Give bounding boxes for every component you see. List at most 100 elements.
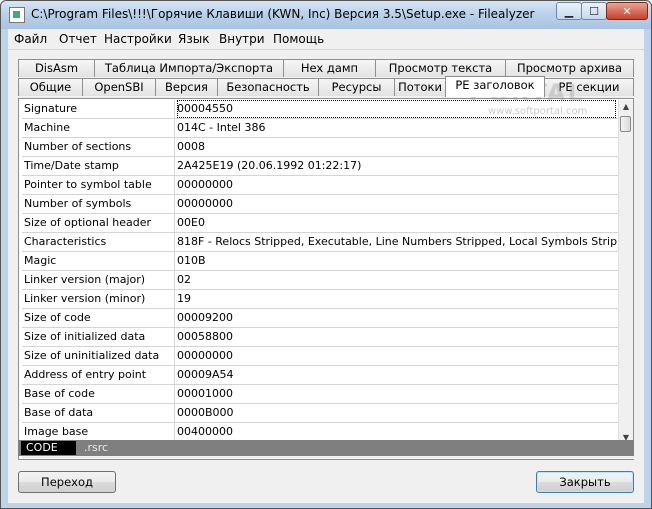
- pe-header-panel: Signature 00004550 Machine 014C - Intel 386…: [18, 98, 635, 460]
- row-value[interactable]: 00E0: [177, 214, 618, 232]
- column-divider: [174, 385, 175, 403]
- table-row[interactable]: Size of uninitialized data 00000000: [22, 347, 618, 366]
- close-button[interactable]: Закрыть: [536, 471, 634, 493]
- table-row[interactable]: Size of optional header 00E0: [22, 214, 618, 233]
- column-divider: [174, 138, 175, 156]
- table-row[interactable]: Linker version (minor) 19: [22, 290, 618, 309]
- row-key: Number of sections: [24, 140, 132, 153]
- title-bar[interactable]: C:\Program Files\!!!\Горячие Клавиши (KW…: [1, 1, 651, 29]
- column-divider: [174, 309, 175, 327]
- tab-disasm[interactable]: DisAsm: [18, 59, 95, 77]
- tab-import-export[interactable]: Таблица Импорта/Экспорта: [94, 59, 284, 77]
- table-row[interactable]: Number of sections 0008: [22, 138, 618, 157]
- tab-general[interactable]: Общие: [18, 78, 83, 96]
- column-divider: [174, 119, 175, 137]
- menu-help[interactable]: Помощь: [273, 32, 324, 46]
- row-value[interactable]: 00000000: [177, 347, 618, 365]
- column-divider: [174, 233, 175, 251]
- row-value[interactable]: 818F - Relocs Stripped, Executable, Line…: [177, 233, 618, 251]
- tab-pe-sections[interactable]: PE секции: [544, 78, 634, 96]
- row-value[interactable]: 02: [177, 271, 618, 289]
- row-value[interactable]: 00058800: [177, 328, 618, 346]
- row-value[interactable]: 00000000: [177, 176, 618, 194]
- row-value[interactable]: 2A425E19 (20.06.1992 01:22:17): [177, 157, 618, 175]
- column-divider: [174, 157, 175, 175]
- client-area: Файл Отчет Настройки Язык Внутри Помощь …: [8, 29, 644, 503]
- row-key: Time/Date stamp: [24, 159, 119, 172]
- scroll-up-icon[interactable]: ▲: [619, 100, 633, 114]
- column-divider: [174, 423, 175, 441]
- table-row[interactable]: Address of entry point 00009A54: [22, 366, 618, 385]
- maximize-button[interactable]: ☐: [581, 2, 607, 20]
- section-rsrc[interactable]: .rsrc: [84, 441, 108, 455]
- column-divider: [174, 290, 175, 308]
- tab-hex-dump[interactable]: Hex дамп: [283, 59, 376, 77]
- table-row[interactable]: Machine 014C - Intel 386: [22, 119, 618, 138]
- table-row[interactable]: Magic 010B: [22, 252, 618, 271]
- app-window: C:\Program Files\!!!\Горячие Клавиши (KW…: [0, 0, 652, 509]
- row-key: Characteristics: [24, 235, 107, 248]
- tab-security[interactable]: Безопасность: [217, 78, 319, 96]
- column-divider: [174, 347, 175, 365]
- row-key: Linker version (major): [24, 273, 146, 286]
- table-row[interactable]: Size of code 00009200: [22, 309, 618, 328]
- menu-report[interactable]: Отчет: [59, 32, 97, 46]
- table-row[interactable]: Characteristics 818F - Relocs Stripped, E…: [22, 233, 618, 252]
- section-code[interactable]: CODE: [21, 441, 76, 455]
- scroll-thumb[interactable]: [620, 116, 631, 132]
- tab-version[interactable]: Версия: [155, 78, 218, 96]
- row-value[interactable]: 010B: [177, 252, 618, 270]
- row-key: Signature: [24, 102, 78, 115]
- table-row[interactable]: Time/Date stamp 2A425E19 (20.06.1992 01:2…: [22, 157, 618, 176]
- row-key: Size of initialized data: [24, 330, 146, 343]
- column-divider: [174, 252, 175, 270]
- column-divider: [174, 404, 175, 422]
- row-key: Size of uninitialized data: [24, 349, 160, 362]
- minimize-button[interactable]: ▁: [556, 2, 582, 20]
- tab-text-view[interactable]: Просмотр текста: [375, 59, 506, 77]
- tab-opensbi[interactable]: OpenSBI: [82, 78, 156, 96]
- table-row[interactable]: Size of initialized data 00058800: [22, 328, 618, 347]
- menu-inside[interactable]: Внутри: [219, 32, 265, 46]
- table-row[interactable]: Number of symbols 00000000: [22, 195, 618, 214]
- row-value[interactable]: 00000000: [177, 195, 618, 213]
- row-key: Machine: [24, 121, 71, 134]
- table-row[interactable]: Pointer to symbol table 00000000: [22, 176, 618, 195]
- row-value[interactable]: 19: [177, 290, 618, 308]
- row-key: Size of code: [24, 311, 91, 324]
- row-value[interactable]: 014C - Intel 386: [177, 119, 618, 137]
- row-value[interactable]: 0008: [177, 138, 618, 156]
- close-window-button[interactable]: ✕: [606, 2, 648, 20]
- section-strip: CODE .rsrc: [18, 440, 634, 456]
- tab-archive-view[interactable]: Просмотр архива: [505, 59, 634, 77]
- vertical-scrollbar[interactable]: ▲ ▼: [618, 100, 633, 445]
- row-key: Image base: [24, 425, 89, 438]
- tab-pe-header[interactable]: PE заголовок: [445, 76, 545, 97]
- row-key: Linker version (minor): [24, 292, 146, 305]
- row-key: Magic: [24, 254, 57, 267]
- row-value[interactable]: 0000B000: [177, 404, 618, 422]
- row-value[interactable]: 00009A54: [177, 366, 618, 384]
- table-row[interactable]: Base of code 00001000: [22, 385, 618, 404]
- tab-threads[interactable]: Потоки: [394, 78, 446, 96]
- menu-language[interactable]: Язык: [178, 32, 209, 46]
- pe-header-grid[interactable]: Signature 00004550 Machine 014C - Intel 386…: [22, 100, 618, 445]
- row-value[interactable]: 00009200: [177, 309, 618, 327]
- column-divider: [174, 214, 175, 232]
- menu-file[interactable]: Файл: [14, 32, 47, 46]
- menu-bar: Файл Отчет Настройки Язык Внутри Помощь: [8, 29, 644, 50]
- window-title: C:\Program Files\!!!\Горячие Клавиши (KW…: [31, 7, 535, 21]
- column-divider: [174, 366, 175, 384]
- row-value[interactable]: 00400000: [177, 423, 618, 441]
- column-divider: [174, 328, 175, 346]
- table-row[interactable]: Base of data 0000B000: [22, 404, 618, 423]
- row-key: Address of entry point: [24, 368, 147, 381]
- tab-resources[interactable]: Ресурсы: [318, 78, 395, 96]
- table-row[interactable]: Signature 00004550: [22, 100, 618, 119]
- tab-row-top: DisAsm Таблица Импорта/Экспорта Hex дамп…: [18, 59, 634, 77]
- row-value[interactable]: 00004550: [177, 100, 616, 118]
- menu-settings[interactable]: Настройки: [104, 32, 172, 46]
- goto-button[interactable]: Переход: [18, 471, 116, 493]
- row-value[interactable]: 00001000: [177, 385, 618, 403]
- table-row[interactable]: Linker version (major) 02: [22, 271, 618, 290]
